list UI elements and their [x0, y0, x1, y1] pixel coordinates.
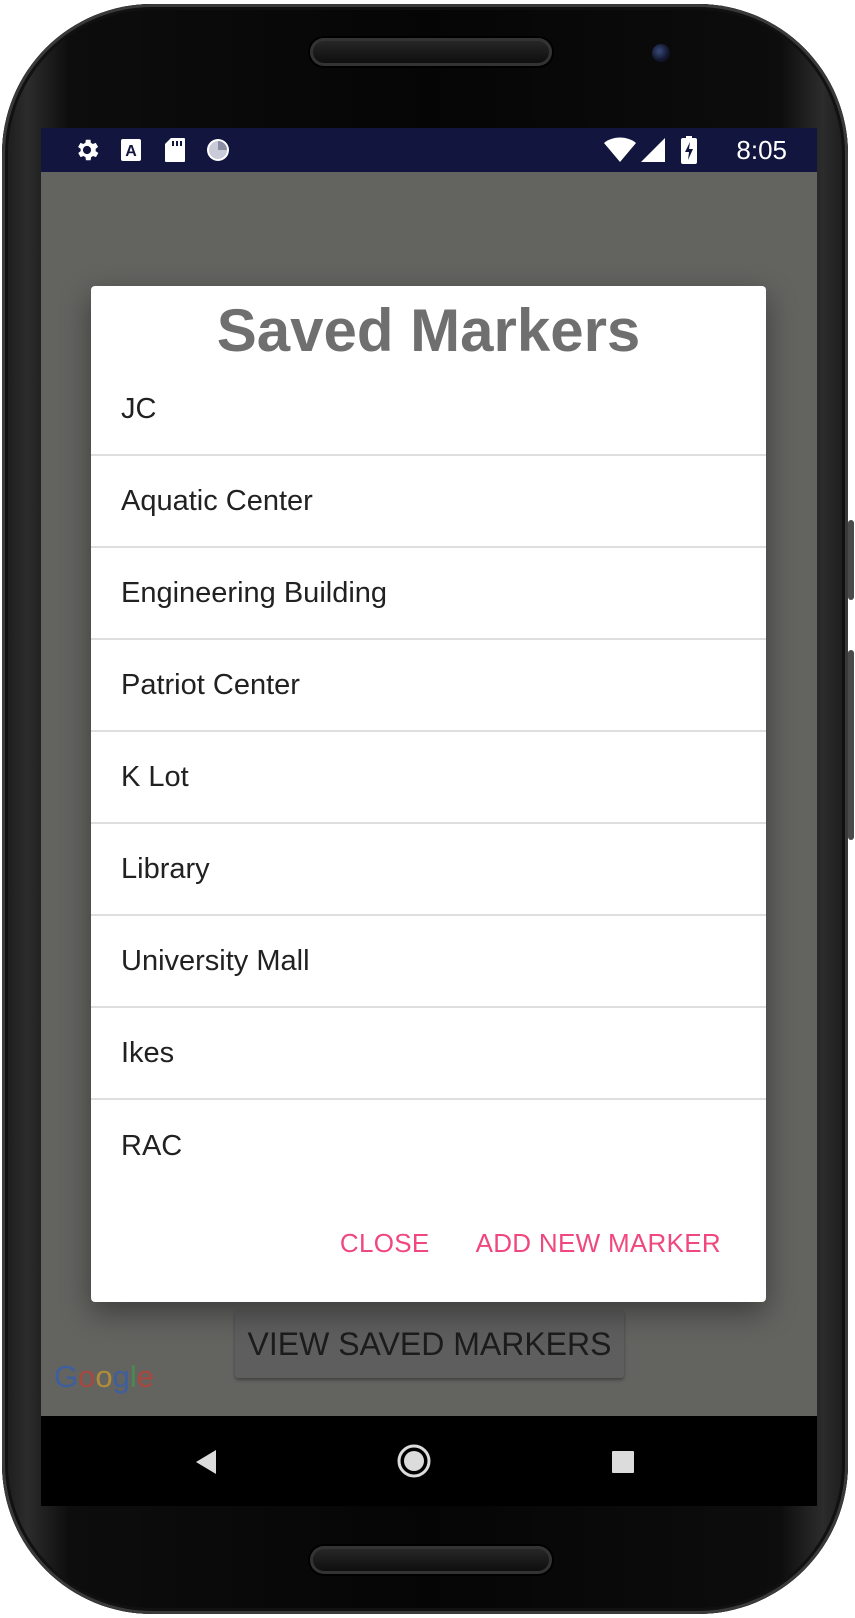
back-icon[interactable] — [194, 1449, 218, 1475]
list-item[interactable]: K Lot — [91, 732, 766, 824]
list-item[interactable]: Engineering Building — [91, 548, 766, 640]
battery-charging-icon — [680, 136, 698, 164]
view-saved-markers-button[interactable]: VIEW SAVED MARKERS — [235, 1310, 624, 1378]
add-new-marker-button[interactable]: ADD NEW MARKER — [476, 1228, 721, 1259]
front-camera — [652, 44, 670, 62]
dialog-title: Saved Markers — [216, 297, 641, 364]
cell-signal-icon — [639, 136, 667, 164]
marker-list: JC Aquatic Center Engineering Building P… — [91, 364, 766, 1192]
status-time: 8:05 — [736, 135, 787, 165]
gear-icon — [73, 136, 101, 164]
dialog-actions: CLOSE ADD NEW MARKER — [340, 1228, 721, 1259]
nav-bar — [41, 1416, 817, 1506]
sd-card-icon — [163, 136, 187, 164]
close-button[interactable]: CLOSE — [340, 1228, 430, 1259]
status-bar: A 8:05 — [41, 128, 817, 172]
power-button — [848, 650, 854, 840]
list-item[interactable]: Ikes — [91, 1008, 766, 1100]
screen: A 8:05 VIEW SAVED MARKERS Google Saved M… — [41, 128, 817, 1506]
list-item[interactable]: JC — [91, 364, 766, 456]
sync-progress-icon — [204, 136, 232, 164]
list-item[interactable]: RAC — [91, 1100, 766, 1192]
list-item[interactable]: Library — [91, 824, 766, 916]
wifi-icon — [603, 136, 637, 164]
bottom-speaker — [310, 1546, 552, 1574]
list-item[interactable]: Patriot Center — [91, 640, 766, 732]
list-item[interactable]: University Mall — [91, 916, 766, 1008]
svg-text:A: A — [125, 143, 137, 160]
saved-markers-dialog: Saved Markers JC Aquatic Center Engineer… — [91, 286, 766, 1302]
list-item[interactable]: Aquatic Center — [91, 456, 766, 548]
google-logo: Google — [54, 1359, 155, 1394]
top-speaker — [310, 38, 552, 66]
volume-button — [848, 520, 854, 600]
recents-icon[interactable] — [612, 1451, 634, 1473]
text-a-icon: A — [119, 136, 143, 164]
home-icon[interactable] — [396, 1443, 432, 1479]
